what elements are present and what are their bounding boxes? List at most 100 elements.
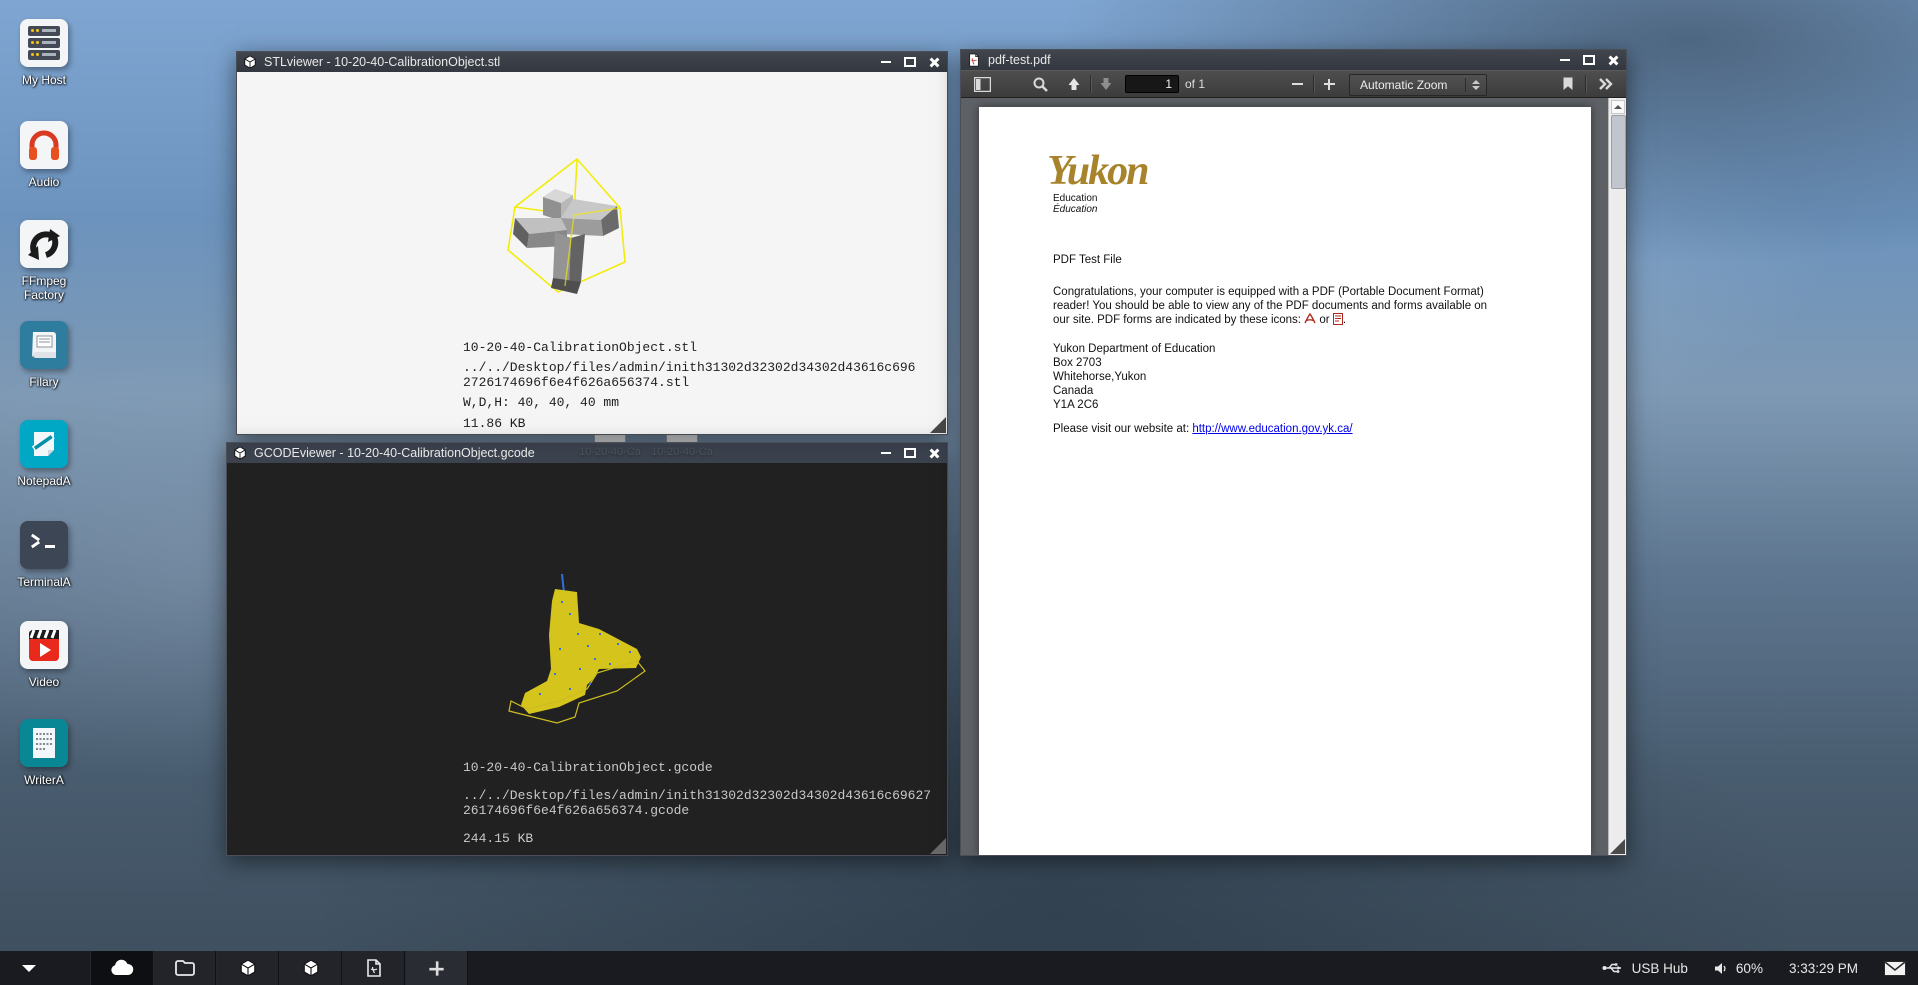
pdf-scrollbar[interactable] <box>1608 98 1626 855</box>
website-link[interactable]: http://www.education.gov.yk.ca/ <box>1192 423 1352 435</box>
desktop-icon-writera[interactable]: WriterA <box>8 719 80 787</box>
desktop-icon-ffmpeg-factory[interactable]: FFmpeg Factory <box>8 220 80 302</box>
stlviewer-titlebar[interactable]: STLviewer - 10-20-40-CalibrationObject.s… <box>237 52 947 72</box>
scrollbar-thumb[interactable] <box>1611 115 1626 189</box>
desktop-icon-audio[interactable]: Audio <box>8 121 80 189</box>
minimize-button[interactable] <box>878 446 893 460</box>
zoom-in-button[interactable] <box>1317 71 1341 97</box>
page-number-input[interactable] <box>1125 75 1179 93</box>
desktop-icon-filary[interactable]: Filary <box>8 321 80 389</box>
pdf-paragraph-line1: Congratulations, your computer is equipp… <box>1053 285 1484 299</box>
toolbar-more-button[interactable] <box>1591 71 1621 97</box>
zoom-select[interactable]: Automatic Zoom <box>1349 74 1487 96</box>
terminal-icon <box>20 521 68 569</box>
desktop-icon-notepada[interactable]: NotepadA <box>8 420 80 488</box>
desktop-icon-label: Filary <box>8 375 80 389</box>
taskbar-menu-button[interactable] <box>0 965 58 972</box>
gcodeviewer-titlebar[interactable]: GCODEviewer - 10-20-40-CalibrationObject… <box>227 443 947 463</box>
zoom-out-button[interactable] <box>1285 71 1309 97</box>
cube-icon <box>302 959 320 977</box>
close-button[interactable] <box>926 446 941 460</box>
sidebar-toggle-button[interactable] <box>969 71 995 97</box>
speaker-icon <box>1714 962 1728 975</box>
clock-tray-item[interactable]: 3:33:29 PM <box>1789 961 1858 976</box>
address-line: Yukon Department of Education <box>1053 342 1215 356</box>
maximize-button[interactable] <box>902 55 917 69</box>
address-line: Canada <box>1053 384 1093 398</box>
pdf-titlebar[interactable]: pdf-test.pdf <box>961 50 1626 70</box>
website-line: Please visit our website at: http://www.… <box>1053 422 1353 436</box>
minimize-icon <box>881 61 891 63</box>
search-icon <box>1033 77 1048 92</box>
double-chevron-right-icon <box>1598 77 1614 91</box>
scroll-up-button[interactable] <box>1611 100 1625 114</box>
volume-label: 60% <box>1736 961 1763 976</box>
writer-document-icon <box>20 719 68 767</box>
maximize-icon <box>1583 55 1595 65</box>
toolbar-separator <box>1313 75 1315 93</box>
close-button[interactable] <box>1605 53 1620 67</box>
usb-label: USB Hub <box>1632 961 1688 976</box>
usb-icon <box>1602 962 1624 974</box>
desktop: { "desktop": { "icons": [ {"label": "My … <box>0 0 1918 985</box>
minimize-button[interactable] <box>1557 53 1572 67</box>
clock-label: 3:33:29 PM <box>1789 961 1858 976</box>
taskbar: USB Hub 60% 3:33:29 PM <box>0 951 1918 985</box>
taskbar-item-stlviewer[interactable] <box>216 951 279 985</box>
maximize-icon <box>904 448 916 458</box>
pdf-viewer-area: Yukon Education Éducation PDF Test File … <box>961 98 1626 855</box>
headphones-icon <box>20 121 68 169</box>
minus-icon <box>1292 83 1303 85</box>
pdf-paragraph-line2: reader! You should be able to view any o… <box>1053 299 1487 313</box>
gcode-path-line2: 26174696f6e4f626a656374.gcode <box>463 803 689 818</box>
previous-page-button[interactable] <box>1061 71 1087 97</box>
pdf-toolbar: of 1 Automatic Zoom <box>961 70 1626 98</box>
pdf-page[interactable]: Yukon Education Éducation PDF Test File … <box>979 107 1591 855</box>
taskbar-item-gcodeviewer[interactable] <box>279 951 342 985</box>
address-line: Box 2703 <box>1053 356 1102 370</box>
minimize-icon <box>881 452 891 454</box>
gcode-viewport[interactable]: 10-20-40-CalibrationObject.gcode ../../D… <box>227 463 947 855</box>
desktop-icon-label: TerminalA <box>8 575 80 589</box>
close-icon <box>929 448 939 458</box>
bookmark-button[interactable] <box>1555 71 1581 97</box>
zoom-select-value: Automatic Zoom <box>1350 78 1465 92</box>
stl-filename: 10-20-40-CalibrationObject.stl <box>463 340 697 355</box>
next-page-button[interactable] <box>1093 71 1119 97</box>
maximize-button[interactable] <box>1581 53 1596 67</box>
book-icon <box>20 321 68 369</box>
maximize-button[interactable] <box>902 446 917 460</box>
cube-icon <box>233 446 247 460</box>
cloud-icon <box>109 959 135 977</box>
pdf-heading: PDF Test File <box>1053 253 1122 267</box>
folder-icon <box>175 960 195 976</box>
video-clapper-icon <box>20 621 68 669</box>
bookmark-icon <box>1562 77 1574 91</box>
minimize-button[interactable] <box>878 55 893 69</box>
website-label: Please visit our website at: <box>1053 423 1192 435</box>
stl-viewport[interactable]: 10-20-40-CalibrationObject.stl ../../Des… <box>237 72 947 434</box>
desktop-icon-label: NotepadA <box>8 474 80 488</box>
resize-grip[interactable] <box>930 838 946 854</box>
desktop-icon-my-host[interactable]: My Host <box>8 19 80 87</box>
toolbar-separator <box>1585 75 1587 93</box>
arrow-up-icon <box>1614 105 1622 109</box>
system-tray: USB Hub 60% 3:33:29 PM <box>1602 951 1906 985</box>
gcode-filesize: 244.15 KB <box>463 831 533 846</box>
pdf-paragraph-line3: our site. PDF forms are indicated by the… <box>1053 313 1346 327</box>
taskbar-item-cloud[interactable] <box>90 951 153 985</box>
taskbar-item-pdfviewer[interactable] <box>342 951 405 985</box>
resize-grip[interactable] <box>930 417 946 433</box>
mail-tray-item[interactable] <box>1884 961 1906 976</box>
desktop-icon-video[interactable]: Video <box>8 621 80 689</box>
gcode-filename: 10-20-40-CalibrationObject.gcode <box>463 760 713 775</box>
desktop-icon-terminala[interactable]: TerminalA <box>8 521 80 589</box>
close-button[interactable] <box>926 55 941 69</box>
taskbar-item-files[interactable] <box>153 951 216 985</box>
taskbar-new-tab-button[interactable] <box>405 951 468 985</box>
resize-grip[interactable] <box>1610 839 1625 854</box>
search-button[interactable] <box>1027 71 1053 97</box>
cube-icon <box>243 55 257 69</box>
volume-tray-item[interactable]: 60% <box>1714 961 1763 976</box>
usb-tray-item[interactable]: USB Hub <box>1602 961 1688 976</box>
